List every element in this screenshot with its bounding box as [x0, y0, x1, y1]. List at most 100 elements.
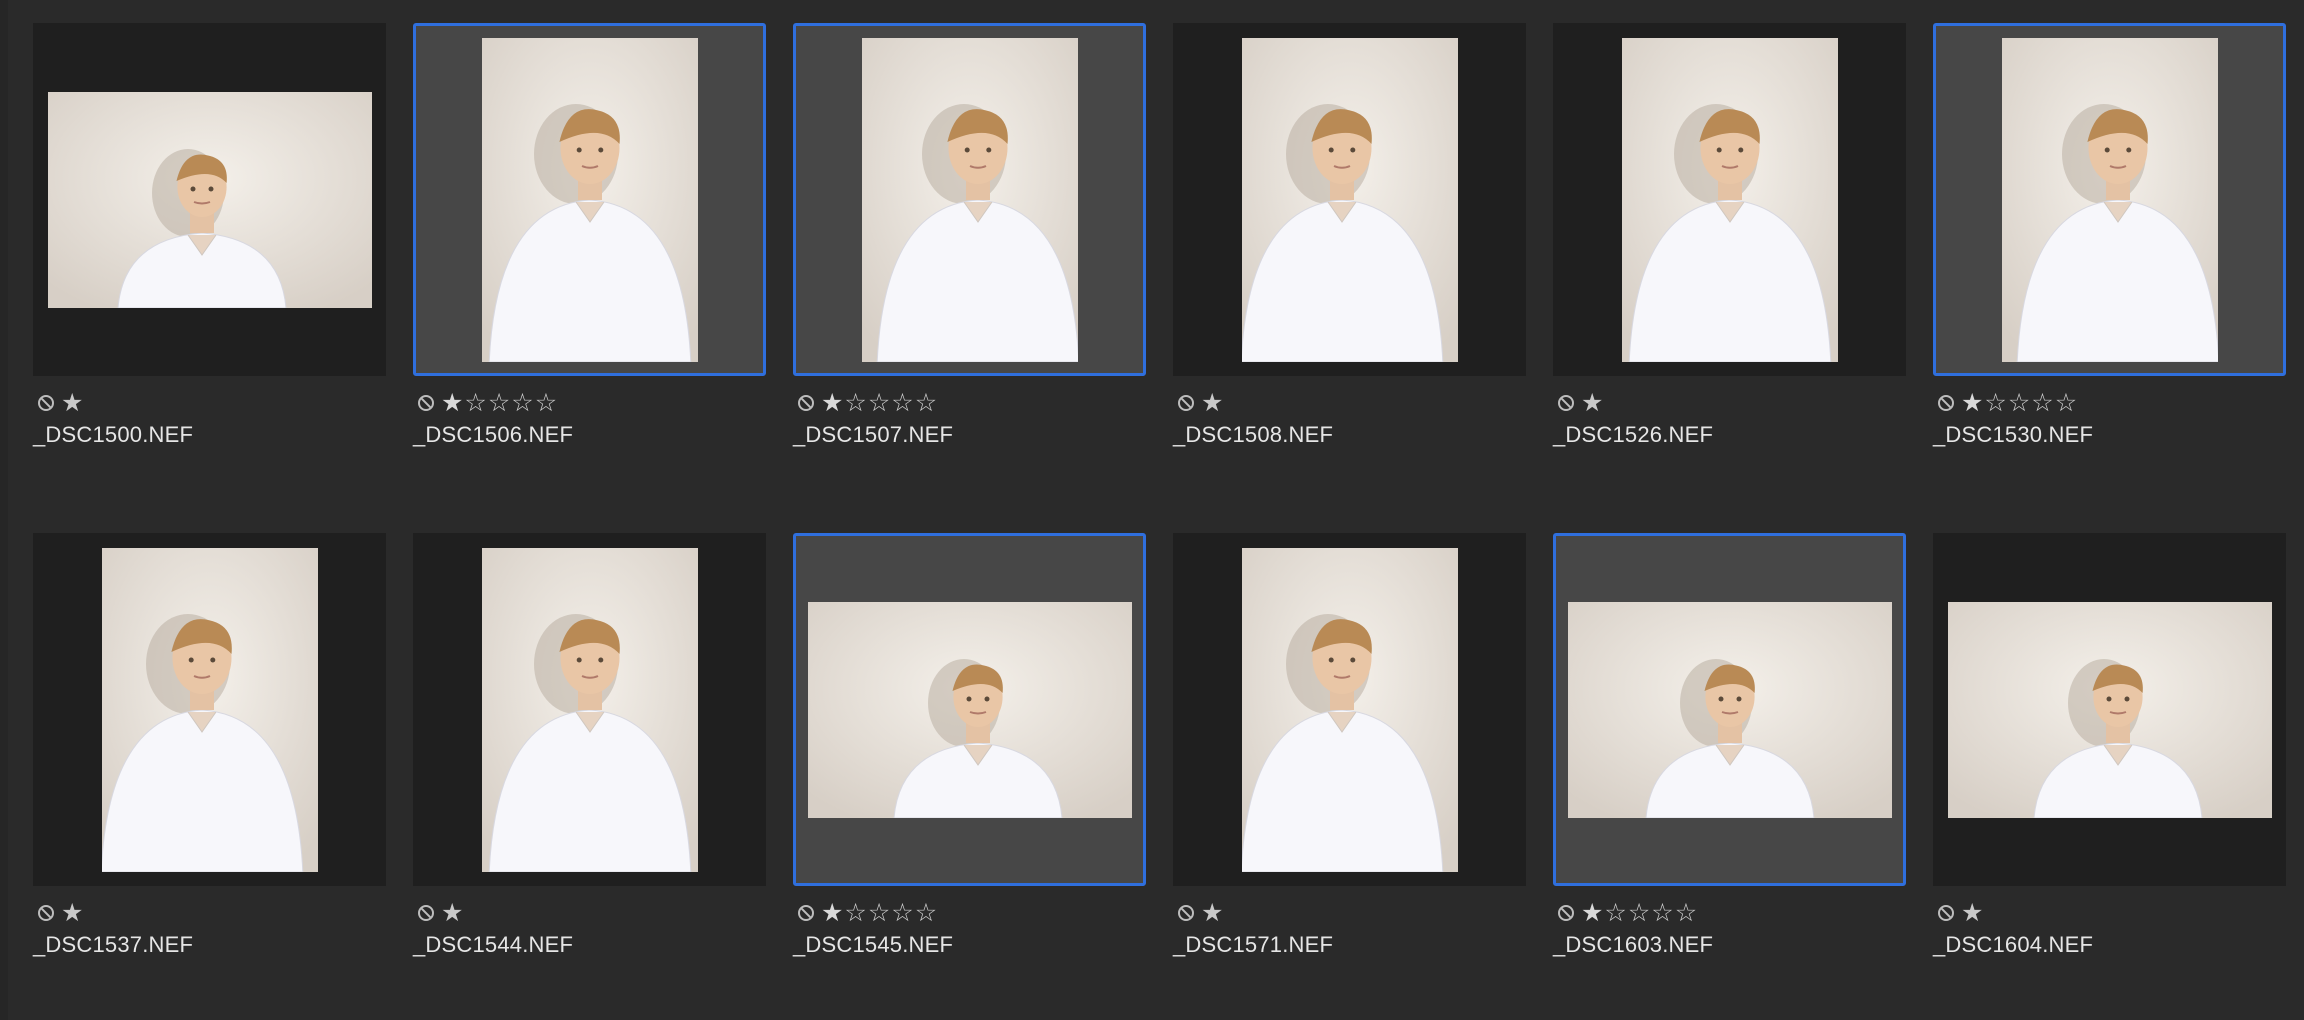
- photo-image: [2001, 37, 2218, 362]
- photo-image: [481, 547, 698, 872]
- photo-filename: _DSC1604.NEF: [1933, 932, 2094, 957]
- photo-cell[interactable]: ★ ☆ ☆ ☆ ☆ _DSC1530.NEF: [1933, 23, 2286, 448]
- star-filled-icon[interactable]: ★: [1581, 900, 1603, 926]
- photo-cell[interactable]: ★ _DSC1500.NEF: [33, 23, 386, 448]
- reject-flag-icon[interactable]: [1557, 904, 1575, 922]
- photo-image: [1567, 601, 1892, 818]
- rating-row: ★ ☆ ☆ ☆ ☆: [413, 386, 766, 420]
- photo-cell[interactable]: ★ _DSC1544.NEF: [413, 533, 766, 958]
- left-panel-edge: [0, 0, 8, 1020]
- photo-cell[interactable]: ★ _DSC1508.NEF: [1173, 23, 1526, 448]
- star-filled-icon[interactable]: ★: [1201, 390, 1223, 416]
- star-filled-icon[interactable]: ★: [1961, 900, 1983, 926]
- photo-thumbnail[interactable]: [1553, 533, 1906, 886]
- photo-thumbnail[interactable]: [1173, 533, 1526, 886]
- photo-image: [1241, 547, 1458, 872]
- photo-browser-grid: ★ _DSC1500.NEF ★ ☆ ☆ ☆ ☆ _DSC1506.NEF ★ …: [0, 0, 2304, 1020]
- reject-flag-icon[interactable]: [797, 904, 815, 922]
- star-filled-icon[interactable]: ★: [1581, 390, 1603, 416]
- star-empty-icon[interactable]: ☆: [1604, 900, 1626, 926]
- photo-filename: _DSC1544.NEF: [413, 932, 574, 957]
- reject-flag-icon[interactable]: [1937, 394, 1955, 412]
- photo-filename: _DSC1508.NEF: [1173, 422, 1334, 447]
- star-empty-icon[interactable]: ☆: [2031, 390, 2053, 416]
- photo-thumbnail[interactable]: [793, 23, 1146, 376]
- photo-image: [101, 547, 318, 872]
- photo-filename: _DSC1526.NEF: [1553, 422, 1714, 447]
- rating-row: ★: [1173, 896, 1526, 930]
- photo-cell[interactable]: ★ ☆ ☆ ☆ ☆ _DSC1603.NEF: [1553, 533, 1906, 958]
- photo-cell[interactable]: ★ _DSC1526.NEF: [1553, 23, 1906, 448]
- star-filled-icon[interactable]: ★: [1201, 900, 1223, 926]
- star-empty-icon[interactable]: ☆: [511, 390, 533, 416]
- rating-row: ★: [1553, 386, 1906, 420]
- photo-filename: _DSC1530.NEF: [1933, 422, 2094, 447]
- rating-row: ★: [33, 386, 386, 420]
- star-empty-icon[interactable]: ☆: [891, 900, 913, 926]
- rating-row: ★: [1173, 386, 1526, 420]
- photo-cell[interactable]: ★ _DSC1604.NEF: [1933, 533, 2286, 958]
- reject-flag-icon[interactable]: [1177, 394, 1195, 412]
- reject-flag-icon[interactable]: [417, 904, 435, 922]
- star-filled-icon[interactable]: ★: [821, 900, 843, 926]
- photo-cell[interactable]: ★ ☆ ☆ ☆ ☆ _DSC1506.NEF: [413, 23, 766, 448]
- star-empty-icon[interactable]: ☆: [1675, 900, 1697, 926]
- star-empty-icon[interactable]: ☆: [2008, 390, 2030, 416]
- star-empty-icon[interactable]: ☆: [915, 390, 937, 416]
- rating-row: ★: [33, 896, 386, 930]
- photo-image: [1621, 37, 1838, 362]
- star-empty-icon[interactable]: ☆: [2055, 390, 2077, 416]
- photo-image: [47, 91, 372, 308]
- star-empty-icon[interactable]: ☆: [868, 390, 890, 416]
- photo-cell[interactable]: ★ ☆ ☆ ☆ ☆ _DSC1507.NEF: [793, 23, 1146, 448]
- photo-image: [1947, 601, 2272, 818]
- reject-flag-icon[interactable]: [37, 394, 55, 412]
- photo-image: [861, 37, 1078, 362]
- photo-image: [807, 601, 1132, 818]
- rating-row: ★: [413, 896, 766, 930]
- photo-thumbnail[interactable]: [1173, 23, 1526, 376]
- star-empty-icon[interactable]: ☆: [1651, 900, 1673, 926]
- star-empty-icon[interactable]: ☆: [915, 900, 937, 926]
- photo-thumbnail[interactable]: [33, 533, 386, 886]
- photo-thumbnail[interactable]: [33, 23, 386, 376]
- reject-flag-icon[interactable]: [1177, 904, 1195, 922]
- reject-flag-icon[interactable]: [1937, 904, 1955, 922]
- photo-filename: _DSC1537.NEF: [33, 932, 194, 957]
- photo-thumbnail[interactable]: [1933, 533, 2286, 886]
- reject-flag-icon[interactable]: [1557, 394, 1575, 412]
- star-filled-icon[interactable]: ★: [441, 900, 463, 926]
- photo-cell[interactable]: ★ _DSC1571.NEF: [1173, 533, 1526, 958]
- photo-image: [1241, 37, 1458, 362]
- photo-filename: _DSC1507.NEF: [793, 422, 954, 447]
- star-filled-icon[interactable]: ★: [61, 900, 83, 926]
- photo-image: [481, 37, 698, 362]
- photo-filename: _DSC1571.NEF: [1173, 932, 1334, 957]
- star-empty-icon[interactable]: ☆: [1628, 900, 1650, 926]
- photo-cell[interactable]: ★ ☆ ☆ ☆ ☆ _DSC1545.NEF: [793, 533, 1146, 958]
- star-empty-icon[interactable]: ☆: [464, 390, 486, 416]
- star-empty-icon[interactable]: ☆: [844, 390, 866, 416]
- photo-thumbnail[interactable]: [413, 533, 766, 886]
- star-empty-icon[interactable]: ☆: [488, 390, 510, 416]
- reject-flag-icon[interactable]: [797, 394, 815, 412]
- photo-thumbnail[interactable]: [1933, 23, 2286, 376]
- star-empty-icon[interactable]: ☆: [891, 390, 913, 416]
- star-filled-icon[interactable]: ★: [821, 390, 843, 416]
- photo-filename: _DSC1545.NEF: [793, 932, 954, 957]
- reject-flag-icon[interactable]: [417, 394, 435, 412]
- star-empty-icon[interactable]: ☆: [535, 390, 557, 416]
- photo-thumbnail[interactable]: [1553, 23, 1906, 376]
- star-empty-icon[interactable]: ☆: [1984, 390, 2006, 416]
- star-empty-icon[interactable]: ☆: [868, 900, 890, 926]
- rating-row: ★ ☆ ☆ ☆ ☆: [793, 386, 1146, 420]
- star-empty-icon[interactable]: ☆: [844, 900, 866, 926]
- star-filled-icon[interactable]: ★: [61, 390, 83, 416]
- photo-thumbnail[interactable]: [793, 533, 1146, 886]
- star-filled-icon[interactable]: ★: [1961, 390, 1983, 416]
- photo-cell[interactable]: ★ _DSC1537.NEF: [33, 533, 386, 958]
- photo-filename: _DSC1500.NEF: [33, 422, 194, 447]
- star-filled-icon[interactable]: ★: [441, 390, 463, 416]
- reject-flag-icon[interactable]: [37, 904, 55, 922]
- photo-thumbnail[interactable]: [413, 23, 766, 376]
